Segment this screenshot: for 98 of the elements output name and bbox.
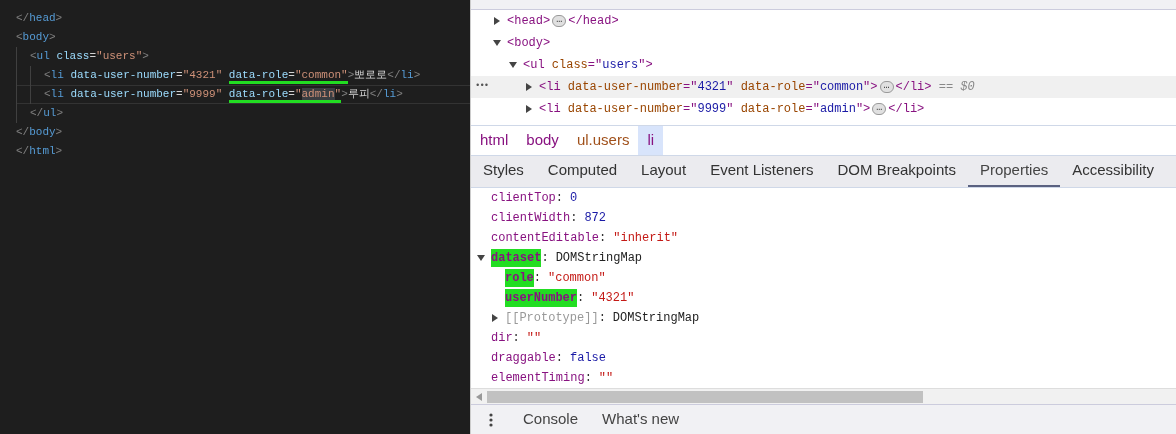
markup-token: class bbox=[550, 57, 588, 74]
property-key: contentEditable bbox=[491, 229, 600, 247]
scrollbar-thumb[interactable] bbox=[487, 390, 923, 403]
colon: : bbox=[584, 370, 592, 387]
markup-token: =" bbox=[683, 101, 698, 118]
markup-token: 4321 bbox=[697, 79, 727, 96]
code-line: <li data-user-number="9999" data-role="admin">루피</li> bbox=[44, 86, 403, 103]
property-key: userNumber bbox=[505, 289, 577, 307]
code-line: </ul> bbox=[30, 106, 63, 122]
tab[interactable]: Event Listeners bbox=[698, 156, 826, 187]
markup-token: data-user-number bbox=[566, 79, 684, 96]
markup-token: </li> bbox=[888, 101, 925, 118]
expanded-arrow-icon[interactable] bbox=[509, 61, 517, 69]
tab[interactable]: Properties bbox=[967, 156, 1061, 187]
property-value: "" bbox=[598, 370, 614, 387]
code-line: <body> bbox=[16, 30, 56, 46]
row-menu[interactable]: ••• bbox=[475, 80, 489, 94]
collapsed-arrow-icon[interactable] bbox=[525, 105, 533, 113]
colon: : bbox=[555, 350, 563, 367]
ellipsis-button[interactable]: … bbox=[552, 15, 567, 27]
markup-token: common bbox=[819, 79, 864, 96]
markup-token: </li> bbox=[895, 79, 932, 96]
ellipsis-button[interactable]: … bbox=[872, 103, 887, 115]
markup-token: </head> bbox=[568, 13, 619, 30]
ellipsis-button[interactable]: … bbox=[879, 81, 894, 93]
property-key: [[Prototype]] bbox=[505, 309, 599, 327]
property-value: "4321" bbox=[591, 290, 635, 307]
markup-token: <ul bbox=[523, 57, 545, 74]
markup-token: " bbox=[726, 101, 734, 118]
markup-token: data-user-number bbox=[566, 101, 684, 118]
property-value: "" bbox=[526, 330, 542, 347]
markup-token: <li bbox=[539, 101, 561, 118]
markup-token: data-role bbox=[739, 79, 806, 96]
markup-token: " bbox=[726, 79, 734, 96]
markup-token: "> bbox=[863, 79, 878, 96]
code-line: </html> bbox=[16, 144, 63, 160]
property-value: "inherit" bbox=[613, 230, 679, 247]
drawer-tab[interactable]: Console bbox=[511, 408, 591, 431]
colon: : bbox=[570, 210, 578, 227]
markup-token: == $0 bbox=[937, 79, 975, 96]
collapsed-arrow-icon[interactable] bbox=[491, 314, 499, 322]
element-row[interactable]: <li data-user-number="9999" data-role="admin"> … </li> bbox=[471, 98, 1176, 120]
tab[interactable]: Accessibility bbox=[1060, 156, 1166, 187]
markup-token: "> bbox=[855, 101, 871, 118]
markup-token: data-role bbox=[739, 101, 806, 118]
property-value: DOMStringMap bbox=[555, 250, 643, 267]
markup-token: <head> bbox=[507, 13, 551, 30]
property-key: role bbox=[505, 269, 534, 287]
property-key: clientWidth bbox=[491, 209, 571, 227]
markup-token: <li bbox=[539, 79, 561, 96]
property-key: elementTiming bbox=[491, 369, 585, 387]
element-row[interactable]: <ul class="users"> bbox=[471, 54, 1176, 76]
property-value: false bbox=[570, 350, 607, 367]
drawer-tab[interactable]: What's new bbox=[590, 408, 692, 431]
expanded-arrow-icon[interactable] bbox=[493, 39, 501, 47]
tab[interactable]: Computed bbox=[535, 156, 630, 187]
markup-token: users bbox=[602, 57, 639, 74]
property-value: DOMStringMap bbox=[612, 310, 700, 327]
collapsed-arrow-icon[interactable] bbox=[493, 17, 501, 25]
code-line: <li data-user-number="4321" data-role="common">뽀로로</li> bbox=[44, 67, 421, 84]
colon: : bbox=[598, 310, 606, 327]
property-key: draggable bbox=[491, 349, 556, 367]
markup-token: =" bbox=[587, 57, 603, 74]
property-key: clientTop bbox=[491, 189, 556, 207]
element-row[interactable]: <head> … </head> bbox=[471, 10, 1176, 32]
breadcrumb[interactable]: body bbox=[517, 126, 568, 155]
property-value: 872 bbox=[584, 210, 607, 227]
markup-token: =" bbox=[805, 101, 820, 118]
expanded-arrow-icon[interactable] bbox=[477, 254, 485, 262]
code-line: </body> bbox=[16, 125, 63, 141]
colon: : bbox=[577, 290, 585, 307]
markup-token: =" bbox=[683, 79, 698, 96]
property-value: 0 bbox=[570, 190, 578, 207]
collapsed-arrow-icon[interactable] bbox=[525, 83, 533, 91]
colon: : bbox=[599, 230, 607, 247]
markup-token: <body> bbox=[507, 35, 551, 52]
element-row[interactable]: <body> bbox=[471, 32, 1176, 54]
colon: : bbox=[533, 270, 541, 287]
tab[interactable]: DOM Breakpoints bbox=[825, 156, 968, 187]
code-line: <ul class="users"> bbox=[30, 49, 149, 65]
property-key: dir bbox=[491, 329, 513, 347]
markup-token: admin bbox=[819, 101, 856, 118]
colon: : bbox=[512, 330, 520, 347]
markup-token: =" bbox=[805, 79, 820, 96]
element-row[interactable]: ••• <li data-user-number="4321" data-role="common"> … </li> == $0 bbox=[471, 76, 1176, 98]
markup-token: "> bbox=[638, 57, 653, 74]
breadcrumb[interactable]: html bbox=[471, 126, 518, 155]
horizontal-scrollbar[interactable] bbox=[471, 388, 1176, 404]
breadcrumb[interactable]: ul.users bbox=[567, 126, 639, 155]
code-line: </head> bbox=[16, 11, 63, 27]
tab[interactable]: Layout bbox=[629, 156, 699, 187]
colon: : bbox=[555, 190, 563, 207]
markup-token: 9999 bbox=[697, 101, 727, 118]
tab[interactable]: Styles bbox=[471, 156, 536, 187]
property-value: "common" bbox=[548, 270, 606, 287]
property-key: dataset bbox=[491, 249, 542, 267]
breadcrumb[interactable]: li bbox=[638, 126, 664, 155]
colon: : bbox=[541, 250, 549, 267]
